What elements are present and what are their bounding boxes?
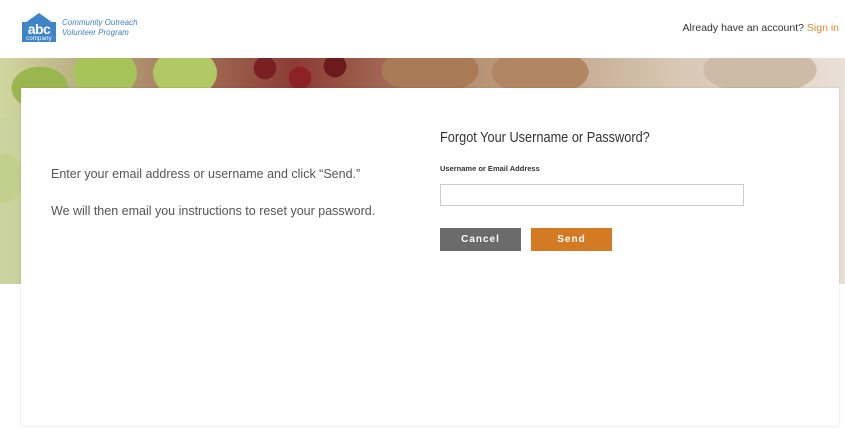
logo-line-1: Community Outreach [62, 18, 138, 27]
form-title: Forgot Your Username or Password? [440, 129, 650, 146]
cancel-button[interactable]: Cancel [440, 228, 521, 251]
reset-card: Enter your email address or username and… [21, 88, 839, 426]
username-email-label: Username or Email Address [440, 164, 540, 173]
instructions-line-1: Enter your email address or username and… [51, 167, 361, 181]
logo-line-2: Volunteer Program [62, 28, 129, 37]
username-email-input[interactable] [440, 184, 744, 206]
logo[interactable]: abc company Community Outreach Volunteer… [22, 13, 162, 43]
logo-program-name: Community Outreach Volunteer Program [62, 18, 162, 38]
house-logo-icon: abc company [22, 13, 56, 43]
logo-abc-text: abc [27, 21, 51, 37]
top-header: abc company Community Outreach Volunteer… [0, 0, 845, 58]
instructions-line-2: We will then email you instructions to r… [51, 204, 376, 218]
send-button[interactable]: Send [531, 228, 612, 251]
sign-in-link[interactable]: Sign in [807, 22, 839, 34]
logo-box: abc company [22, 22, 56, 42]
logo-company-text: company [26, 36, 52, 42]
account-prompt: Already have an account? Sign in [683, 22, 839, 34]
account-prompt-text: Already have an account? [682, 22, 804, 34]
